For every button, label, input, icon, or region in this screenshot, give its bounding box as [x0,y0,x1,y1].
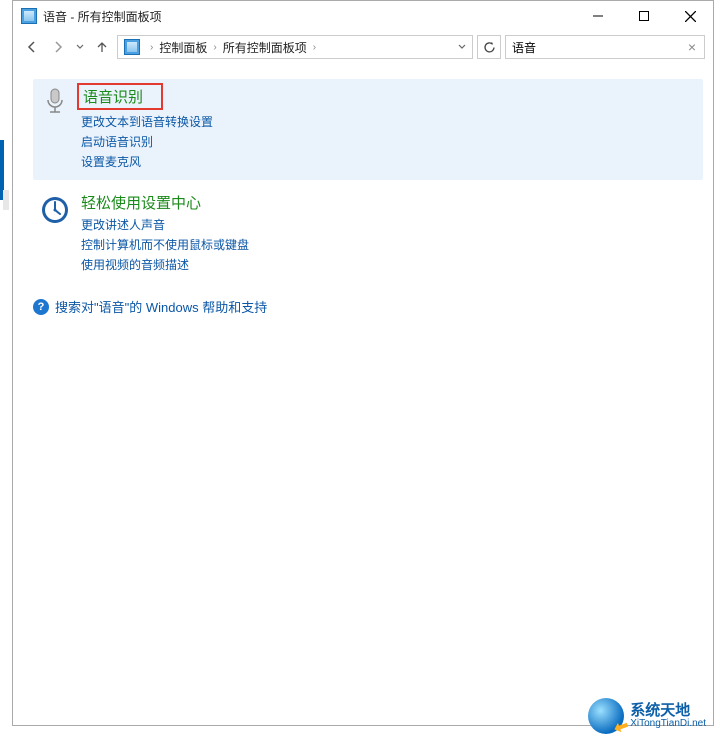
maximize-button[interactable] [621,1,667,31]
back-button[interactable] [21,36,43,58]
result-link[interactable]: 启动语音识别 [81,132,153,152]
result-link[interactable]: 使用视频的音频描述 [81,255,189,275]
result-link[interactable]: 更改讲述人声音 [81,215,165,235]
search-box[interactable]: × [505,35,705,59]
breadcrumb-segment[interactable]: 所有控制面板项 [223,39,307,56]
nav-bar: › 控制面板 › 所有控制面板项 › × [13,31,713,67]
globe-icon [588,698,624,734]
address-bar[interactable]: › 控制面板 › 所有控制面板项 › [117,35,473,59]
ease-of-access-icon [39,194,71,226]
chevron-down-icon[interactable] [458,43,466,51]
chevron-right-icon: › [146,42,157,53]
breadcrumb-segment[interactable]: 控制面板 [159,39,207,56]
up-button[interactable] [91,36,113,58]
location-icon [124,39,140,55]
close-button[interactable] [667,1,713,31]
result-title[interactable]: 轻松使用设置中心 [81,192,201,213]
help-icon: ? [33,299,49,315]
search-input[interactable] [512,40,686,54]
minimize-button[interactable] [575,1,621,31]
result-link[interactable]: 设置麦克风 [81,152,141,172]
result-link[interactable]: 更改文本到语音转换设置 [81,112,213,132]
watermark-title: 系统天地 [630,703,706,718]
watermark-url: XiTongTianDi.net [630,718,706,729]
help-text: 搜索对"语音"的 Windows 帮助和支持 [55,297,267,316]
result-group: 轻松使用设置中心 更改讲述人声音 控制计算机而不使用鼠标或键盘 使用视频的音频描… [33,188,703,283]
app-icon [21,8,37,24]
clear-search-button[interactable]: × [686,39,698,55]
watermark: 系统天地 XiTongTianDi.net [588,698,706,734]
title-bar: 语音 - 所有控制面板项 [13,1,713,31]
microphone-icon [39,85,71,117]
result-title[interactable]: 语音识别 [77,83,163,110]
results-area: 语音识别 更改文本到语音转换设置 启动语音识别 设置麦克风 轻松使用设置中心 更… [13,67,713,725]
chevron-right-icon: › [309,42,320,53]
history-dropdown-button[interactable] [73,36,87,58]
chevron-right-icon: › [209,42,220,53]
result-group: 语音识别 更改文本到语音转换设置 启动语音识别 设置麦克风 [33,79,703,180]
refresh-button[interactable] [477,35,501,59]
forward-button[interactable] [47,36,69,58]
help-link[interactable]: ? 搜索对"语音"的 Windows 帮助和支持 [33,297,703,316]
window-title: 语音 - 所有控制面板项 [43,8,575,25]
result-link[interactable]: 控制计算机而不使用鼠标或键盘 [81,235,249,255]
window-controls [575,1,713,31]
control-panel-window: 语音 - 所有控制面板项 › 控制面 [12,0,714,726]
